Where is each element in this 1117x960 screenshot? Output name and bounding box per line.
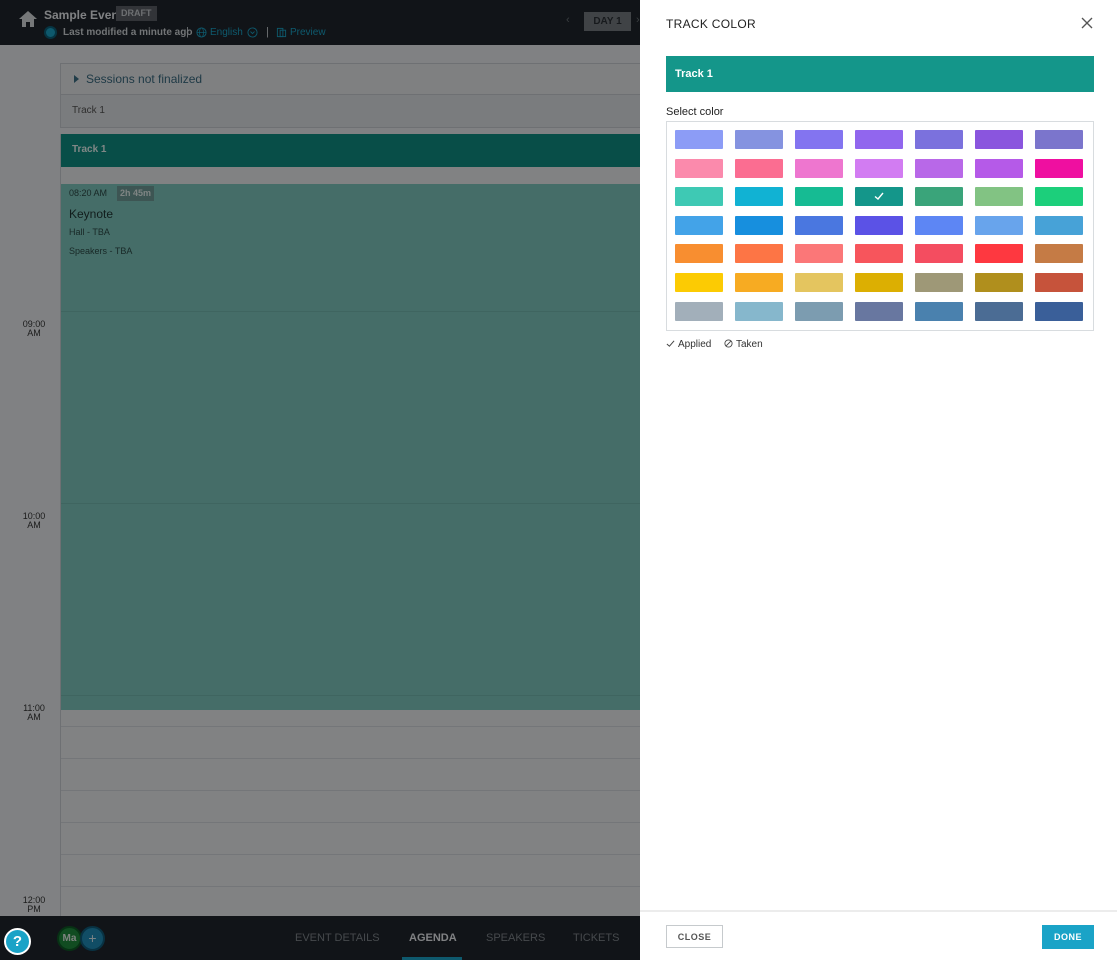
color-swatch[interactable] [855,244,903,264]
check-icon [874,192,884,201]
color-swatch[interactable] [795,244,843,264]
color-swatch[interactable] [675,244,723,264]
select-color-label: Select color [666,106,724,118]
color-swatch[interactable] [675,187,723,207]
color-swatch[interactable] [795,158,843,178]
color-swatch[interactable] [675,158,723,178]
color-swatch[interactable] [735,244,783,264]
help-button[interactable]: ? [4,928,31,955]
close-button[interactable]: CLOSE [666,925,723,948]
color-swatch[interactable] [735,273,783,292]
color-swatch[interactable] [915,215,963,235]
color-swatch[interactable] [975,130,1023,149]
color-swatch[interactable] [675,130,723,149]
color-swatch[interactable] [1035,158,1083,178]
color-swatch[interactable] [915,158,963,178]
color-swatch[interactable] [855,158,903,178]
color-swatch[interactable] [675,273,723,292]
track-color-preview: Track 1 [666,56,1094,92]
color-swatch[interactable] [975,273,1023,292]
color-swatch[interactable] [975,215,1023,235]
drawer-footer-divider [640,910,1117,912]
color-swatch[interactable] [915,244,963,264]
color-swatch[interactable] [915,187,963,207]
color-swatch[interactable] [675,301,723,321]
legend-applied: Applied [678,339,712,350]
color-swatch[interactable] [735,187,783,207]
track-color-drawer: TRACK COLOR Track 1 Select color Applied… [640,0,1117,960]
color-swatch[interactable] [735,130,783,149]
color-swatch[interactable] [1035,187,1083,207]
color-swatch[interactable] [795,273,843,292]
color-swatch[interactable] [675,215,723,235]
color-swatch[interactable] [795,301,843,321]
color-swatch[interactable] [855,301,903,321]
modal-backdrop[interactable] [0,0,640,960]
color-swatch[interactable] [795,187,843,207]
legend-taken: Taken [736,339,763,350]
drawer-title: TRACK COLOR [666,17,756,31]
color-swatch[interactable] [1035,130,1083,149]
color-swatch-grid [666,121,1094,331]
color-swatch[interactable] [735,158,783,178]
color-swatch[interactable] [855,187,903,207]
color-swatch[interactable] [975,244,1023,264]
color-swatch[interactable] [795,130,843,149]
color-swatch[interactable] [975,301,1023,321]
color-swatch[interactable] [915,130,963,149]
color-swatch[interactable] [915,273,963,292]
color-swatch[interactable] [975,187,1023,207]
done-button[interactable]: DONE [1042,925,1094,949]
color-swatch[interactable] [915,301,963,321]
color-swatch[interactable] [855,130,903,149]
color-swatch[interactable] [735,215,783,235]
color-swatch[interactable] [1035,301,1083,321]
color-swatch[interactable] [1035,273,1083,292]
color-swatch[interactable] [1035,215,1083,235]
color-swatch[interactable] [1035,244,1083,264]
taken-icon [724,339,733,348]
color-swatch[interactable] [855,273,903,292]
check-icon [666,340,675,347]
close-icon[interactable] [1080,16,1094,30]
color-swatch[interactable] [975,158,1023,178]
color-swatch[interactable] [735,301,783,321]
track-preview-label: Track 1 [675,68,713,80]
color-swatch[interactable] [855,215,903,235]
color-swatch[interactable] [795,215,843,235]
